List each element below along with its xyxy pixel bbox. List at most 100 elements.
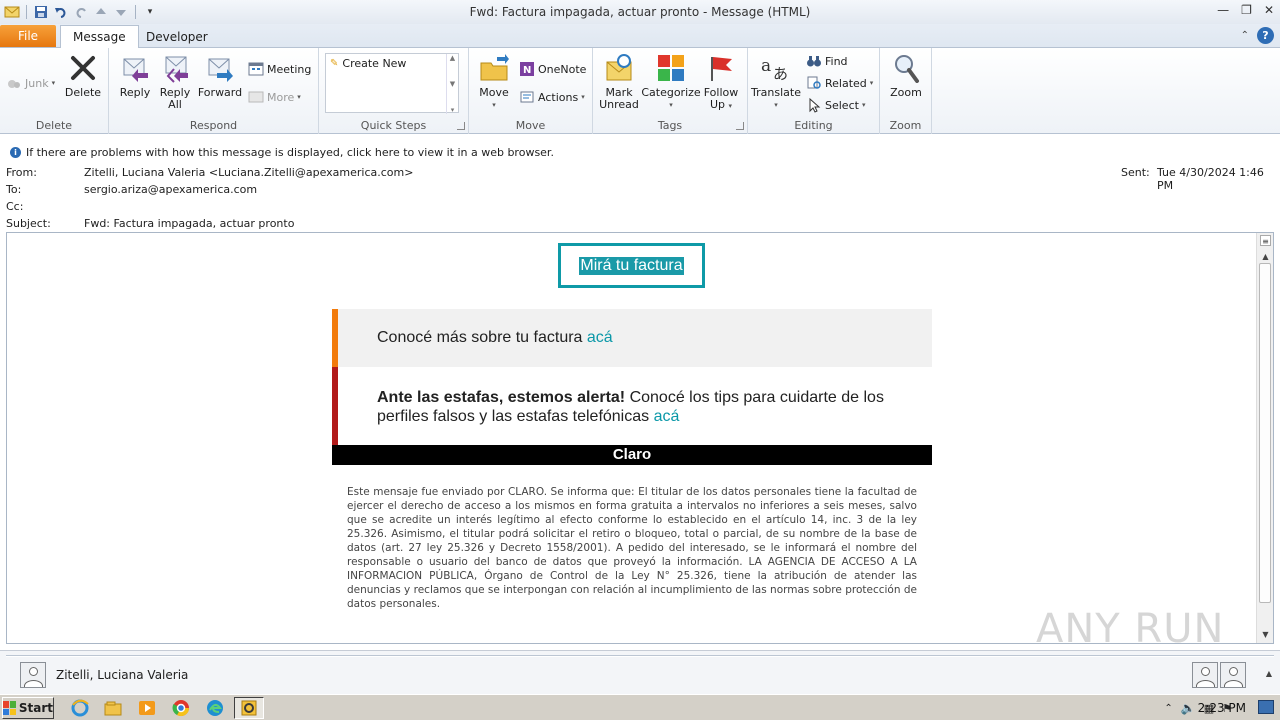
- to-value[interactable]: sergio.ariza@apexamerica.com: [84, 183, 257, 196]
- scroll-up-icon[interactable]: ▲: [450, 54, 455, 62]
- respond-group: Reply Reply All Forward Meeting More ▾ R…: [109, 48, 319, 134]
- tab-file[interactable]: File: [0, 25, 56, 47]
- actions-icon: [519, 89, 535, 105]
- cursor-icon: [806, 97, 822, 113]
- mark-unread-icon: [603, 52, 635, 84]
- explorer-icon[interactable]: [103, 698, 123, 718]
- find-button[interactable]: Find: [806, 52, 848, 70]
- people-pane-splitter[interactable]: [6, 655, 1274, 657]
- minimize-ribbon-icon[interactable]: ⌃: [1241, 30, 1249, 41]
- volume-icon[interactable]: 🔈: [1181, 701, 1196, 715]
- actions-button[interactable]: Actions ▾: [519, 88, 585, 106]
- invoice-info-link[interactable]: acá: [587, 329, 613, 346]
- chrome-icon[interactable]: [171, 698, 191, 718]
- people-avatar-1[interactable]: [1192, 662, 1218, 688]
- outlook-taskbar-button[interactable]: [234, 697, 264, 719]
- people-pane: Zitelli, Luciana Valeria ▲: [0, 650, 1280, 694]
- next-item-icon[interactable]: [113, 4, 129, 20]
- quick-steps-launcher[interactable]: [457, 122, 465, 130]
- help-icon[interactable]: ?: [1257, 27, 1274, 44]
- tray-expand-icon[interactable]: ⌃: [1164, 703, 1172, 714]
- reply-icon: [119, 52, 151, 84]
- onenote-icon: N: [519, 61, 535, 77]
- edge-icon[interactable]: [205, 698, 225, 718]
- delete-button[interactable]: Delete: [64, 52, 102, 99]
- from-value[interactable]: Zitelli, Luciana Valeria <Luciana.Zitell…: [84, 166, 413, 179]
- junk-button[interactable]: Junk ▾: [6, 74, 55, 92]
- quick-access-toolbar: ▾: [0, 4, 158, 20]
- scam-alert-card: Ante las estafas, estemos alerta! Conocé…: [332, 367, 932, 445]
- reply-button[interactable]: Reply: [117, 52, 153, 99]
- zoom-button[interactable]: Zoom: [888, 52, 924, 99]
- scroll-down-icon[interactable]: ▼: [450, 80, 455, 88]
- group-label-delete: Delete: [35, 119, 73, 132]
- redo-icon[interactable]: [73, 4, 89, 20]
- scroll-up-arrow-icon[interactable]: ▲: [1260, 251, 1271, 262]
- forward-button[interactable]: Forward: [198, 52, 242, 99]
- sent-value: Tue 4/30/2024 1:46 PM: [1157, 166, 1264, 192]
- create-new-quick-step[interactable]: ✎ Create New: [326, 54, 458, 73]
- tab-developer[interactable]: Developer: [134, 25, 220, 48]
- html-display-infobar[interactable]: i If there are problems with how this me…: [0, 144, 1280, 160]
- view-options-icon[interactable]: ≡: [1260, 235, 1271, 246]
- scam-tips-link[interactable]: acá: [654, 408, 680, 425]
- message-body[interactable]: Mirá tu factura Conocé más sobre tu fact…: [6, 232, 1274, 644]
- meeting-button[interactable]: Meeting: [248, 60, 311, 78]
- customize-qat-icon[interactable]: ▾: [142, 4, 158, 20]
- save-icon[interactable]: [33, 4, 49, 20]
- windows-logo-icon: [3, 701, 16, 715]
- info-icon: i: [10, 146, 21, 158]
- group-label-respond: Respond: [189, 119, 238, 132]
- follow-up-button[interactable]: Follow Up ▾: [703, 52, 739, 112]
- reply-all-button[interactable]: Reply All: [157, 52, 193, 111]
- group-label-move: Move: [515, 119, 546, 132]
- view-invoice-button[interactable]: Mirá tu factura: [558, 243, 705, 288]
- ribbon-tabs: File Message Developer ⌃ ?: [0, 24, 1280, 48]
- quick-steps-scroll[interactable]: ▲ ▼ ▾: [446, 54, 458, 114]
- sent-label: Sent:: [1121, 166, 1150, 179]
- translate-button[interactable]: aあ Translate ▾: [751, 52, 801, 111]
- categorize-button[interactable]: Categorize ▾: [641, 52, 701, 111]
- sender-avatar[interactable]: [20, 662, 46, 688]
- more-icon: [248, 89, 264, 105]
- quick-steps-gallery[interactable]: ✎ Create New ▲ ▼ ▾: [325, 53, 459, 114]
- onenote-button[interactable]: N OneNote: [519, 60, 586, 78]
- more-respond-button[interactable]: More ▾: [248, 88, 301, 106]
- message-scrollbar[interactable]: ≡ ▲ ▼: [1256, 233, 1273, 643]
- lightning-icon: ✎: [330, 58, 339, 69]
- people-avatar-2[interactable]: [1220, 662, 1246, 688]
- forward-icon: [204, 52, 236, 84]
- magnifier-icon: [890, 52, 922, 84]
- group-label-zoom: Zoom: [889, 119, 922, 132]
- scroll-down-arrow-icon[interactable]: ▼: [1260, 629, 1271, 640]
- select-button[interactable]: Select ▾: [806, 96, 865, 114]
- move-group: Move ▾ N OneNote Actions ▾ Move: [469, 48, 593, 134]
- move-folder-icon: [478, 52, 510, 84]
- close-icon[interactable]: ✕: [1264, 3, 1274, 17]
- previous-item-icon[interactable]: [93, 4, 109, 20]
- svg-text:N: N: [523, 65, 531, 76]
- anyrun-watermark: ANY RUN: [1036, 606, 1225, 652]
- mark-unread-button[interactable]: Mark Unread: [599, 52, 639, 111]
- clock[interactable]: 2:23 PM: [1198, 701, 1246, 715]
- minimize-icon[interactable]: —: [1217, 3, 1229, 17]
- restore-icon[interactable]: ❐: [1241, 3, 1252, 17]
- title-bar: ▾ Fwd: Factura impagada, actuar pronto -…: [0, 0, 1280, 24]
- undo-icon[interactable]: [53, 4, 69, 20]
- media-player-icon[interactable]: [137, 698, 157, 718]
- related-button[interactable]: Related ▾: [806, 74, 873, 92]
- group-label-editing: Editing: [794, 119, 833, 132]
- svg-text:a: a: [761, 56, 771, 76]
- tags-launcher[interactable]: [736, 122, 744, 130]
- expand-gallery-icon[interactable]: ▾: [451, 106, 455, 114]
- move-button[interactable]: Move ▾: [477, 52, 511, 111]
- start-button[interactable]: Start: [2, 697, 54, 719]
- brand-footer-bar: Claro: [332, 445, 932, 465]
- tags-group: Mark Unread Categorize ▾ Follow Up ▾ Tag…: [593, 48, 748, 134]
- show-desktop-button[interactable]: [1258, 700, 1274, 714]
- expand-people-pane-icon[interactable]: ▲: [1266, 669, 1272, 678]
- tab-message[interactable]: Message: [60, 25, 139, 48]
- sender-name[interactable]: Zitelli, Luciana Valeria: [56, 668, 188, 682]
- scroll-thumb[interactable]: [1259, 263, 1271, 603]
- ie-icon[interactable]: [70, 698, 90, 718]
